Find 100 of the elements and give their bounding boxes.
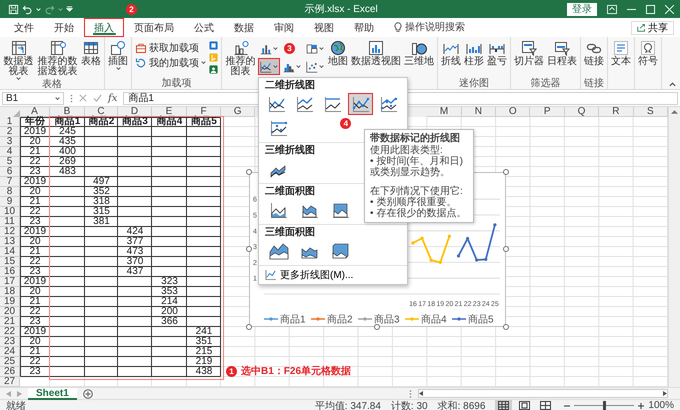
ribbon-button[interactable]: 我的加载项 (134, 56, 207, 69)
ribbon-button[interactable]: 推荐的数据透视表 (36, 39, 79, 77)
resize-handle[interactable] (503, 169, 509, 175)
sign-in-button[interactable]: 登录 (567, 2, 597, 16)
ribbon-tab[interactable]: 文件 (4, 18, 44, 37)
zoom-out-icon[interactable] (564, 402, 570, 408)
ribbon-button[interactable]: 三维地 (403, 39, 435, 67)
row-header[interactable]: 20 (0, 307, 20, 317)
ribbon-button[interactable]: 数据透视表 (2, 39, 35, 80)
ribbon-button[interactable]: 日程表 (546, 39, 578, 67)
ribbon-button[interactable]: 链接 (583, 39, 605, 67)
ribbon-tab[interactable]: 视图 (304, 18, 344, 37)
row-header[interactable]: 19 (0, 297, 20, 307)
ribbon-button[interactable]: 柱形 (463, 39, 485, 67)
row-header[interactable]: 3 (0, 137, 20, 147)
resize-handle[interactable] (246, 246, 252, 252)
row-header[interactable]: 4 (0, 147, 20, 157)
row-header[interactable]: 9 (0, 197, 20, 207)
close-icon[interactable] (665, 4, 674, 14)
ribbon-tab[interactable]: 帮助 (344, 18, 384, 37)
up-arrow-icon[interactable] (671, 109, 678, 114)
row-header[interactable]: 11 (0, 217, 20, 227)
row-header[interactable]: 15 (0, 257, 20, 267)
add-sheet-icon[interactable] (82, 388, 93, 398)
row-header[interactable]: 2 (0, 127, 20, 137)
resize-handle[interactable] (503, 324, 509, 330)
row-header[interactable]: 8 (0, 187, 20, 197)
ribbon-tab[interactable]: 开始 (44, 18, 84, 37)
ribbon-tab[interactable]: 公式 (184, 18, 224, 37)
row-header[interactable]: 17 (0, 277, 20, 287)
column-header[interactable]: R (599, 107, 634, 117)
column-header[interactable]: O (496, 107, 530, 117)
ribbon-tab[interactable]: 数据 (224, 18, 264, 37)
sheet-tab[interactable]: Sheet1 (28, 388, 77, 400)
chart-type-button[interactable] (258, 58, 280, 75)
view-button[interactable] (495, 400, 512, 410)
name-box[interactable]: B1 (2, 92, 64, 104)
addin-icon[interactable] (208, 64, 219, 75)
ribbon-button[interactable]: 盈亏 (486, 39, 508, 67)
row-header[interactable]: 10 (0, 207, 20, 217)
row-header[interactable]: 6 (0, 167, 20, 177)
save-icon[interactable] (8, 4, 19, 14)
ribbon-button[interactable]: 折线 (440, 39, 462, 67)
horizontal-scrollbar[interactable] (418, 389, 668, 398)
addin-icon[interactable] (208, 40, 219, 51)
ribbon-button[interactable]: 符号 (637, 39, 659, 67)
row-header[interactable]: 1 (0, 117, 20, 127)
resize-handle[interactable] (246, 324, 252, 330)
customize-icon[interactable] (66, 6, 73, 12)
resize-handle[interactable] (246, 169, 252, 175)
ribbon-button[interactable]: 切片器 (513, 39, 545, 67)
vertical-scrollbar[interactable] (668, 107, 680, 387)
row-header[interactable]: 22 (0, 327, 20, 337)
column-header[interactable]: P (530, 107, 565, 117)
right-arrow-icon[interactable] (663, 391, 667, 396)
zoom-in-icon[interactable] (638, 402, 644, 408)
row-header[interactable]: 23 (0, 337, 20, 347)
row-header[interactable]: 26 (0, 367, 20, 377)
row-header[interactable]: 12 (0, 227, 20, 237)
slider-thumb[interactable] (603, 401, 606, 410)
column-header[interactable]: N (462, 107, 496, 117)
row-header[interactable]: 27 (0, 377, 20, 387)
ribbon-options-icon[interactable] (607, 4, 617, 14)
share-button[interactable]: 共享 (631, 20, 674, 34)
search-field[interactable]: 操作说明搜索 (405, 22, 475, 33)
collapse-icon[interactable] (669, 82, 676, 87)
row-header[interactable]: 16 (0, 267, 20, 277)
ribbon-button[interactable]: 获取加载项 (134, 41, 207, 54)
ribbon-button[interactable]: 数据透视图 (350, 39, 402, 67)
ribbon-tab[interactable]: 插入 (84, 18, 124, 37)
column-header[interactable]: C (85, 107, 118, 117)
row-header[interactable]: 24 (0, 347, 20, 357)
ribbon-tab[interactable]: 审阅 (264, 18, 304, 37)
ribbon-tab[interactable]: 页面布局 (124, 18, 184, 37)
column-header[interactable]: G (221, 107, 256, 117)
chart-type-option[interactable] (348, 93, 374, 115)
column-header[interactable]: D (118, 107, 152, 117)
column-header[interactable]: E (152, 107, 187, 117)
row-header[interactable]: 25 (0, 357, 20, 367)
row-header[interactable]: 5 (0, 157, 20, 167)
row-header[interactable]: 21 (0, 317, 20, 327)
column-header[interactable]: Q (564, 107, 600, 117)
row-header[interactable]: 14 (0, 247, 20, 257)
ribbon-button[interactable]: 地图 (327, 39, 349, 67)
column-header[interactable]: F (187, 107, 221, 117)
maximize-icon[interactable] (646, 4, 655, 14)
menu-item[interactable]: 更多折线图(M)... (259, 268, 360, 282)
column-header[interactable]: M (427, 107, 462, 117)
undo-icon[interactable] (22, 4, 33, 14)
column-header[interactable]: B (50, 107, 85, 117)
splitter-icon[interactable] (409, 390, 412, 398)
left-arrow-icon[interactable] (419, 391, 423, 396)
row-header[interactable]: 18 (0, 287, 20, 297)
row-header[interactable]: 13 (0, 237, 20, 247)
ribbon-button[interactable]: 推荐的图表 (224, 39, 257, 77)
column-header[interactable]: A (20, 107, 50, 117)
insert-function-button[interactable]: fx (108, 92, 118, 104)
row-header[interactable]: 7 (0, 177, 20, 187)
ribbon-button[interactable]: 表格 (80, 39, 102, 67)
ribbon-button[interactable]: 文本 (610, 39, 632, 67)
